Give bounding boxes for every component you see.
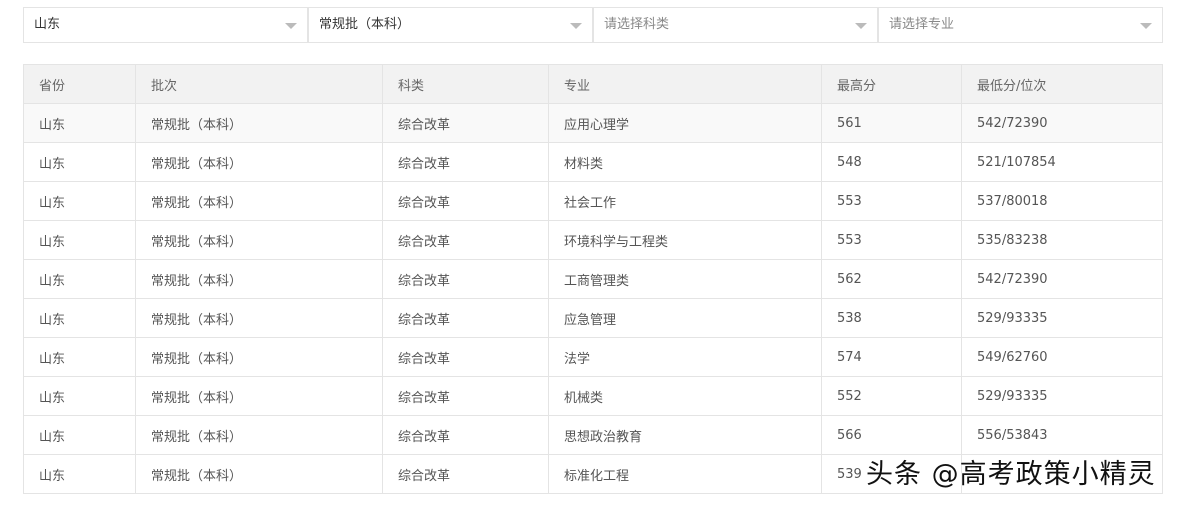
cell-batch: 常规批（本科） — [135, 415, 383, 455]
cell-subject: 综合改革 — [382, 259, 549, 299]
cell-province: 山东 — [23, 259, 136, 299]
cell-subject: 综合改革 — [382, 298, 549, 338]
cell-province: 山东 — [23, 376, 136, 416]
table-row: 山东 常规批（本科） 综合改革 思想政治教育 566 556/53843 — [23, 415, 1163, 455]
province-select[interactable]: 山东 — [23, 7, 308, 43]
cell-subject: 综合改革 — [382, 337, 549, 377]
subject-select-placeholder: 请选择科类 — [604, 17, 670, 32]
chevron-down-icon — [855, 23, 867, 29]
cell-min-score-rank: 542/72390 — [961, 103, 1163, 143]
cell-batch: 常规批（本科） — [135, 103, 383, 143]
cell-province: 山东 — [23, 142, 136, 182]
cell-major: 机械类 — [548, 376, 822, 416]
cell-major: 工商管理类 — [548, 259, 822, 299]
cell-batch: 常规批（本科） — [135, 220, 383, 260]
cell-subject: 综合改革 — [382, 181, 549, 221]
cell-subject: 综合改革 — [382, 142, 549, 182]
cell-min-score-rank: 542/72390 — [961, 259, 1163, 299]
table-row: 山东 常规批（本科） 综合改革 法学 574 549/62760 — [23, 337, 1163, 377]
cell-major: 环境科学与工程类 — [548, 220, 822, 260]
cell-subject: 综合改革 — [382, 376, 549, 416]
cell-batch: 常规批（本科） — [135, 259, 383, 299]
cell-min-score-rank: 549/62760 — [961, 337, 1163, 377]
column-header-max-score: 最高分 — [821, 64, 962, 104]
cell-province: 山东 — [23, 181, 136, 221]
subject-select[interactable]: 请选择科类 — [593, 7, 878, 43]
table-row: 山东 常规批（本科） 综合改革 材料类 548 521/107854 — [23, 142, 1163, 182]
cell-min-score-rank: 537/80018 — [961, 181, 1163, 221]
cell-province: 山东 — [23, 415, 136, 455]
table-row: 山东 常规批（本科） 综合改革 工商管理类 562 542/72390 — [23, 259, 1163, 299]
cell-batch: 常规批（本科） — [135, 337, 383, 377]
cell-batch: 常规批（本科） — [135, 376, 383, 416]
cell-max-score: 566 — [821, 415, 962, 455]
cell-subject: 综合改革 — [382, 103, 549, 143]
cell-max-score: 553 — [821, 220, 962, 260]
chevron-down-icon — [285, 23, 297, 29]
filter-bar: 山东 常规批（本科） 请选择科类 请选择专业 — [23, 7, 1163, 43]
cell-batch: 常规批（本科） — [135, 142, 383, 182]
cell-min-score-rank: 529/93335 — [961, 376, 1163, 416]
batch-select-value: 常规批（本科） — [319, 17, 411, 32]
cell-max-score: 553 — [821, 181, 962, 221]
cell-province: 山东 — [23, 220, 136, 260]
chevron-down-icon — [1140, 23, 1152, 29]
province-select-value: 山东 — [34, 17, 61, 32]
column-header-major: 专业 — [548, 64, 822, 104]
cell-max-score: 548 — [821, 142, 962, 182]
cell-max-score: 538 — [821, 298, 962, 338]
cell-province: 山东 — [23, 454, 136, 494]
cell-min-score-rank: 556/53843 — [961, 415, 1163, 455]
cell-min-score-rank: 535/83238 — [961, 220, 1163, 260]
table-row: 山东 常规批（本科） 综合改革 机械类 552 529/93335 — [23, 376, 1163, 416]
batch-select[interactable]: 常规批（本科） — [308, 7, 593, 43]
major-select-placeholder: 请选择专业 — [889, 17, 955, 32]
table-row: 山东 常规批（本科） 综合改革 应急管理 538 529/93335 — [23, 298, 1163, 338]
cell-major: 标准化工程 — [548, 454, 822, 494]
table-row: 山东 常规批（本科） 综合改革 应用心理学 561 542/72390 — [23, 103, 1163, 143]
cell-min-score-rank: 529/93335 — [961, 298, 1163, 338]
cell-major: 思想政治教育 — [548, 415, 822, 455]
cell-major: 应用心理学 — [548, 103, 822, 143]
table-row: 山东 常规批（本科） 综合改革 社会工作 553 537/80018 — [23, 181, 1163, 221]
cell-max-score: 561 — [821, 103, 962, 143]
cell-min-score-rank: 521/107854 — [961, 142, 1163, 182]
column-header-subject: 科类 — [382, 64, 549, 104]
table-row: 山东 常规批（本科） 综合改革 环境科学与工程类 553 535/83238 — [23, 220, 1163, 260]
watermark: 头条 @高考政策小精灵 — [866, 459, 1156, 490]
cell-subject: 综合改革 — [382, 454, 549, 494]
cell-subject: 综合改革 — [382, 415, 549, 455]
cell-major: 社会工作 — [548, 181, 822, 221]
cell-batch: 常规批（本科） — [135, 298, 383, 338]
column-header-batch: 批次 — [135, 64, 383, 104]
table-header: 省份 批次 科类 专业 最高分 最低分/位次 — [23, 64, 1163, 104]
column-header-province: 省份 — [23, 64, 136, 104]
major-select[interactable]: 请选择专业 — [878, 7, 1163, 43]
cell-max-score: 562 — [821, 259, 962, 299]
cell-max-score: 552 — [821, 376, 962, 416]
cell-major: 法学 — [548, 337, 822, 377]
cell-batch: 常规批（本科） — [135, 454, 383, 494]
cell-province: 山东 — [23, 298, 136, 338]
score-table: 省份 批次 科类 专业 最高分 最低分/位次 山东 常规批（本科） 综合改革 应用心理学 561 5… — [23, 64, 1163, 494]
cell-max-score: 574 — [821, 337, 962, 377]
chevron-down-icon — [570, 23, 582, 29]
column-header-min-score-rank: 最低分/位次 — [961, 64, 1163, 104]
cell-province: 山东 — [23, 337, 136, 377]
cell-major: 应急管理 — [548, 298, 822, 338]
cell-subject: 综合改革 — [382, 220, 549, 260]
cell-major: 材料类 — [548, 142, 822, 182]
cell-batch: 常规批（本科） — [135, 181, 383, 221]
cell-province: 山东 — [23, 103, 136, 143]
